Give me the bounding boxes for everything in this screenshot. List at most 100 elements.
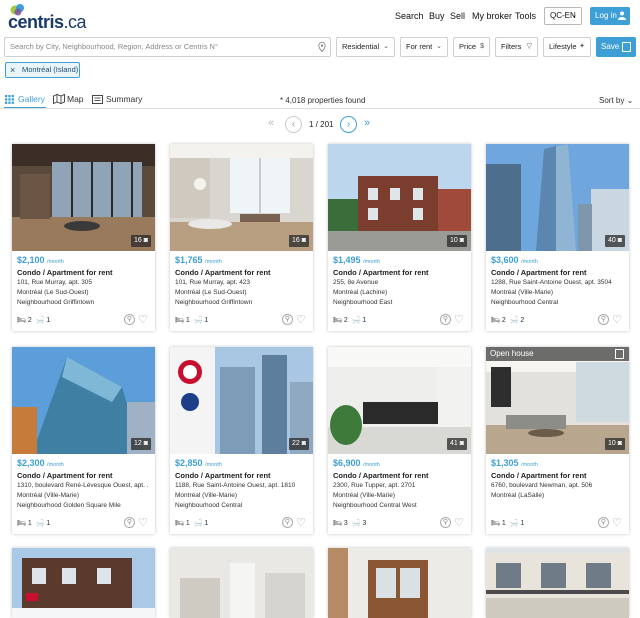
listing-neighbourhood: Neighbourhood Golden Square Mile	[17, 502, 121, 509]
location-chip[interactable]: × Montréal (Island)	[5, 62, 80, 78]
listing-type: Condo / Apartment for rent	[333, 268, 429, 277]
listing-card[interactable]: 41 ◙ $6,900 /month Condo / Apartment for…	[328, 347, 471, 534]
listing-card[interactable]: 12 ◙ $2,300 /month Condo / Apartment for…	[12, 347, 155, 534]
camera-icon: ◙	[459, 440, 464, 447]
tab-map[interactable]: Map	[67, 94, 84, 104]
favorite-heart-icon[interactable]: ♡	[612, 313, 622, 326]
listing-card[interactable]: Open house 10 ◙ $1,305 /month Condo / Ap…	[486, 347, 629, 534]
listing-card[interactable]: 16 ◙ $2,100 /month Condo / Apartment for…	[12, 144, 155, 331]
walkscore-icon[interactable]: ⚲	[282, 517, 293, 528]
listing-photo[interactable]: 40 ◙	[486, 144, 629, 251]
filters-button[interactable]: Filters ▽	[495, 37, 538, 57]
sort-select[interactable]: Sort by ⌄	[599, 96, 633, 105]
lifestyle-button[interactable]: Lifestyle ✦	[543, 37, 591, 57]
bed-icon: 🛏	[17, 317, 26, 324]
camera-icon: ◙	[143, 440, 148, 447]
listing-card[interactable]	[170, 548, 313, 618]
listing-address: 101, Rue Murray, apt. 423	[175, 279, 251, 286]
search-input[interactable]: Search by City, Neighbourhood, Region, A…	[4, 37, 331, 57]
nav-my-broker[interactable]: My broker	[472, 11, 512, 21]
login-button[interactable]: Log in	[590, 7, 630, 25]
listing-price: $1,765 /month	[175, 255, 222, 265]
listing-address: 1188, Rue Saint-Antoine Ouest, apt. 1810	[175, 482, 296, 489]
property-type-select[interactable]: Residential ⌄	[336, 37, 395, 57]
tab-gallery[interactable]: Gallery	[18, 94, 45, 104]
logo-text: centris.ca	[8, 12, 87, 32]
listing-price: $2,300 /month	[17, 458, 64, 468]
listing-card[interactable]: 22 ◙ $2,850 /month Condo / Apartment for…	[170, 347, 313, 534]
walkscore-icon[interactable]: ⚲	[440, 314, 451, 325]
centris-logo[interactable]: centris.ca	[6, 3, 87, 32]
location-pin-icon	[318, 42, 326, 52]
bath-icon: 🛁	[35, 520, 45, 527]
photo-count: 16 ◙	[289, 235, 309, 247]
listing-card[interactable]	[12, 548, 155, 618]
listing-card[interactable]	[486, 548, 629, 618]
page-indicator: 1 / 201	[309, 120, 334, 129]
nav-sell[interactable]: Sell	[450, 11, 465, 21]
listing-photo[interactable]: Open house 10 ◙	[486, 347, 629, 454]
listing-card[interactable]: 16 ◙ $1,765 /month Condo / Apartment for…	[170, 144, 313, 331]
next-page-button[interactable]: ›	[340, 116, 357, 133]
bath-icon: 🛁	[509, 520, 519, 527]
listing-features: 🛏 1 🛁 1	[17, 519, 51, 527]
listing-photo[interactable]: 12 ◙	[12, 347, 155, 454]
listing-features: 🛏 2 🛁 2	[491, 316, 525, 324]
favorite-heart-icon[interactable]: ♡	[612, 516, 622, 529]
last-page-icon[interactable]: »	[364, 117, 370, 129]
user-icon	[618, 11, 626, 20]
walkscore-icon[interactable]: ⚲	[440, 517, 451, 528]
listing-photo[interactable]: 16 ◙	[170, 144, 313, 251]
favorite-heart-icon[interactable]: ♡	[138, 313, 148, 326]
walkscore-icon[interactable]: ⚲	[598, 314, 609, 325]
favorite-heart-icon[interactable]: ♡	[138, 516, 148, 529]
listing-photo[interactable]: 16 ◙	[12, 144, 155, 251]
favorite-heart-icon[interactable]: ♡	[296, 516, 306, 529]
transaction-select[interactable]: For rent ⌄	[400, 37, 448, 57]
walkscore-icon[interactable]: ⚲	[124, 517, 135, 528]
pagination: « ‹ 1 / 201 › »	[0, 116, 640, 134]
listing-card[interactable]	[328, 548, 471, 618]
favorite-heart-icon[interactable]: ♡	[296, 313, 306, 326]
bed-icon: 🛏	[175, 520, 184, 527]
listing-address: 6760, boulevard Newman, apt. 506	[491, 482, 593, 489]
favorite-heart-icon[interactable]: ♡	[454, 516, 464, 529]
listing-photo[interactable]	[328, 548, 471, 618]
nav-tools[interactable]: Tools	[515, 11, 536, 21]
map-icon	[53, 94, 65, 104]
tab-summary[interactable]: Summary	[106, 94, 142, 104]
listing-photo[interactable]: 10 ◙	[328, 144, 471, 251]
bath-icon: 🛁	[351, 520, 361, 527]
favorite-heart-icon[interactable]: ♡	[454, 313, 464, 326]
language-select[interactable]: QC-EN ⌄	[544, 7, 582, 25]
bed-icon: 🛏	[491, 317, 500, 324]
nav-buy[interactable]: Buy	[429, 11, 445, 21]
listing-card[interactable]: 40 ◙ $3,600 /month Condo / Apartment for…	[486, 144, 629, 331]
listing-photo[interactable]	[486, 548, 629, 618]
save-search-button[interactable]: Save	[596, 37, 636, 57]
save-label: Save	[601, 42, 620, 51]
listing-photo[interactable]	[170, 548, 313, 618]
prev-page-button[interactable]: ‹	[285, 116, 302, 133]
chevron-down-icon: ⌄	[571, 12, 577, 19]
listing-photo[interactable]	[12, 548, 155, 618]
photo-count: 40 ◙	[605, 235, 625, 247]
walkscore-icon[interactable]: ⚲	[124, 314, 135, 325]
walkscore-icon[interactable]: ⚲	[282, 314, 293, 325]
price-filter[interactable]: Price $	[453, 37, 490, 57]
close-icon[interactable]: ×	[10, 63, 15, 77]
nav-search[interactable]: Search	[395, 11, 424, 21]
login-label: Log in	[595, 11, 617, 20]
listing-neighbourhood: Neighbourhood East	[333, 299, 393, 306]
listing-photo[interactable]: 41 ◙	[328, 347, 471, 454]
listing-features: 🛏 1 🛁 1	[175, 316, 209, 324]
first-page-icon[interactable]: «	[268, 117, 274, 129]
walkscore-icon[interactable]: ⚲	[598, 517, 609, 528]
listing-photo[interactable]: 22 ◙	[170, 347, 313, 454]
listing-card[interactable]: 10 ◙ $1,495 /month Condo / Apartment for…	[328, 144, 471, 331]
bath-icon: 🛁	[509, 317, 519, 324]
divider	[0, 108, 640, 109]
listing-price: $3,600 /month	[491, 255, 538, 265]
listing-features: 🛏 3 🛁 3	[333, 519, 367, 527]
camera-icon: ◙	[617, 237, 622, 244]
